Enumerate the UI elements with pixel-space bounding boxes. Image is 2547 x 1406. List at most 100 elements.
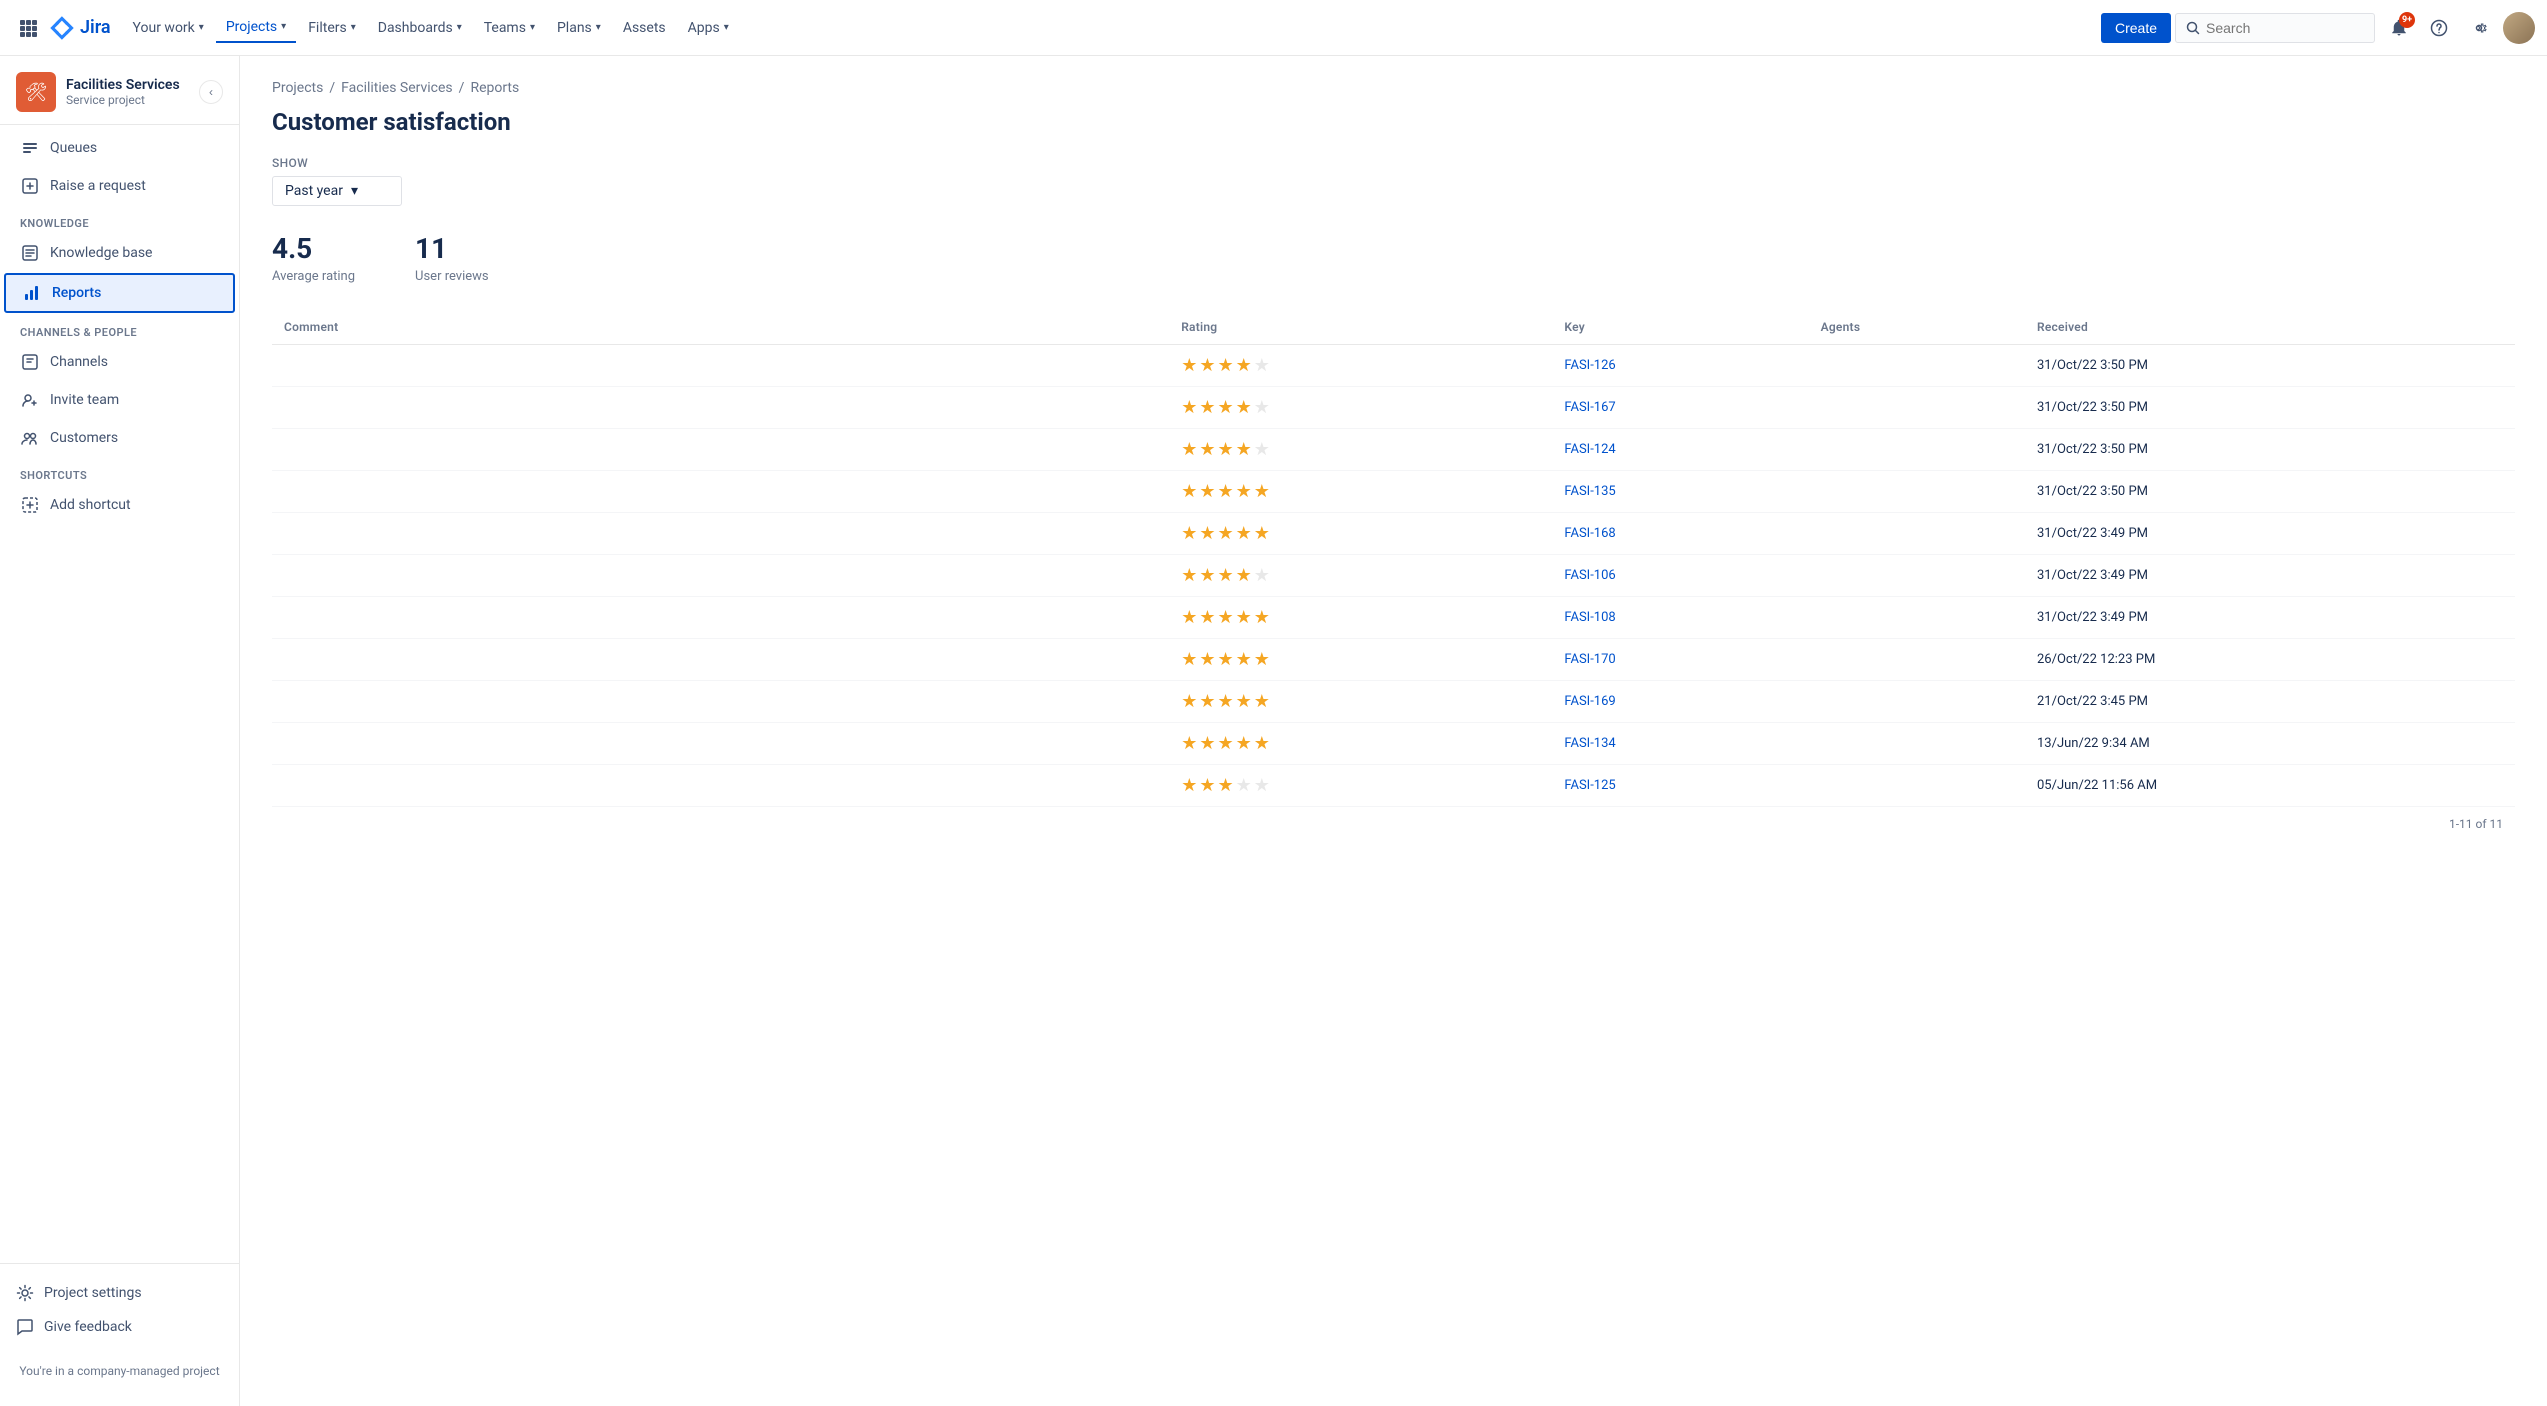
cell-comment — [272, 470, 1169, 512]
sidebar-item-knowledge-base[interactable]: Knowledge base — [4, 235, 235, 271]
cell-key[interactable]: FASI-169 — [1552, 680, 1808, 722]
cell-key[interactable]: FASI-134 — [1552, 722, 1808, 764]
sidebar-item-channels[interactable]: Channels — [4, 344, 235, 380]
filled-star: ★ — [1199, 649, 1215, 670]
empty-star: ★ — [1254, 439, 1270, 460]
cell-key[interactable]: FASI-168 — [1552, 512, 1808, 554]
cell-rating: ★★★★★ — [1169, 596, 1552, 638]
sidebar-item-project-settings[interactable]: Project settings — [16, 1276, 223, 1310]
cell-received: 26/Oct/22 12:23 PM — [2025, 638, 2515, 680]
invite-team-label: Invite team — [50, 392, 119, 408]
cell-received: 31/Oct/22 3:50 PM — [2025, 344, 2515, 386]
sidebar: 🛠 Facilities Services Service project ‹ … — [0, 56, 240, 1406]
sidebar-item-invite-team[interactable]: Invite team — [4, 382, 235, 418]
customers-icon — [20, 428, 40, 448]
filled-star: ★ — [1217, 691, 1233, 712]
topnav-item-dashboards[interactable]: Dashboards▾ — [368, 14, 472, 42]
empty-star: ★ — [1254, 397, 1270, 418]
filled-star: ★ — [1217, 439, 1233, 460]
filled-star: ★ — [1217, 397, 1233, 418]
cell-key[interactable]: FASI-135 — [1552, 470, 1808, 512]
avg-rating-label: Average rating — [272, 269, 355, 284]
chevron-icon: ▾ — [199, 22, 204, 33]
filled-star: ★ — [1254, 481, 1270, 502]
period-value: Past year — [285, 183, 343, 199]
sidebar-item-reports[interactable]: Reports — [4, 273, 235, 313]
topnav-item-assets[interactable]: Assets — [613, 14, 676, 42]
cell-key[interactable]: FASI-126 — [1552, 344, 1808, 386]
cell-key[interactable]: FASI-124 — [1552, 428, 1808, 470]
filled-star: ★ — [1236, 355, 1252, 376]
settings-button[interactable] — [2463, 12, 2495, 44]
sidebar-item-customers[interactable]: Customers — [4, 420, 235, 456]
filled-star: ★ — [1236, 649, 1252, 670]
cell-received: 31/Oct/22 3:49 PM — [2025, 512, 2515, 554]
breadcrumb-facilities[interactable]: Facilities Services — [341, 80, 453, 96]
cell-received: 31/Oct/22 3:50 PM — [2025, 428, 2515, 470]
grid-icon[interactable] — [12, 12, 44, 44]
empty-star: ★ — [1254, 355, 1270, 376]
topnav-right: 9+ — [2175, 12, 2535, 44]
sidebar-item-add-shortcut[interactable]: Add shortcut — [4, 487, 235, 523]
cell-agents — [1809, 386, 2025, 428]
cell-key[interactable]: FASI-167 — [1552, 386, 1808, 428]
sidebar-collapse-button[interactable]: ‹ — [199, 80, 223, 104]
table-row: ★★★★★FASI-16921/Oct/22 3:45 PM — [272, 680, 2515, 722]
help-button[interactable] — [2423, 12, 2455, 44]
filled-star: ★ — [1254, 607, 1270, 628]
table-row: ★★★★★FASI-12431/Oct/22 3:50 PM — [272, 428, 2515, 470]
reviews-table-container: Comment Rating Key Agents Received ★★★★★… — [272, 312, 2515, 841]
star-rating: ★★★★★ — [1181, 775, 1540, 796]
filled-star: ★ — [1217, 355, 1233, 376]
filled-star: ★ — [1199, 733, 1215, 754]
cell-key[interactable]: FASI-106 — [1552, 554, 1808, 596]
filled-star: ★ — [1217, 649, 1233, 670]
search-box[interactable] — [2175, 13, 2375, 43]
chevron-icon: ▾ — [351, 22, 356, 33]
star-rating: ★★★★★ — [1181, 733, 1540, 754]
queues-icon — [20, 138, 40, 158]
raise-request-icon — [20, 176, 40, 196]
cell-comment — [272, 344, 1169, 386]
cell-rating: ★★★★★ — [1169, 386, 1552, 428]
cell-key[interactable]: FASI-170 — [1552, 638, 1808, 680]
col-received: Received — [2025, 312, 2515, 345]
breadcrumb-projects[interactable]: Projects — [272, 80, 323, 96]
topnav-item-apps[interactable]: Apps▾ — [678, 14, 739, 42]
user-avatar[interactable] — [2503, 12, 2535, 44]
raise-request-label: Raise a request — [50, 178, 146, 194]
breadcrumb: Projects / Facilities Services / Reports — [272, 80, 2515, 96]
cell-agents — [1809, 638, 2025, 680]
avg-rating-metric: 4.5 Average rating — [272, 234, 355, 284]
filled-star: ★ — [1181, 775, 1197, 796]
invite-team-icon — [20, 390, 40, 410]
sidebar-item-queues[interactable]: Queues — [4, 130, 235, 166]
topnav-item-teams[interactable]: Teams▾ — [474, 14, 545, 42]
jira-logo[interactable]: Jira — [48, 14, 111, 42]
topnav-item-filters[interactable]: Filters▾ — [298, 14, 366, 42]
filled-star: ★ — [1181, 523, 1197, 544]
cell-key[interactable]: FASI-125 — [1552, 764, 1808, 806]
page-title: Customer satisfaction — [272, 108, 2515, 136]
topnav-item-projects[interactable]: Projects▾ — [216, 13, 296, 43]
cell-key[interactable]: FASI-108 — [1552, 596, 1808, 638]
search-input[interactable] — [2206, 20, 2346, 36]
cell-comment — [272, 554, 1169, 596]
give-feedback-icon — [16, 1318, 34, 1336]
filled-star: ★ — [1236, 397, 1252, 418]
cell-received: 31/Oct/22 3:50 PM — [2025, 470, 2515, 512]
sidebar-item-raise-request[interactable]: Raise a request — [4, 168, 235, 204]
topnav-item-your-work[interactable]: Your work▾ — [123, 14, 214, 42]
period-select[interactable]: Past year ▾ — [272, 176, 402, 206]
topnav-item-plans[interactable]: Plans▾ — [547, 14, 611, 42]
filled-star: ★ — [1199, 523, 1215, 544]
create-button[interactable]: Create — [2101, 13, 2171, 43]
cell-received: 13/Jun/22 9:34 AM — [2025, 722, 2515, 764]
col-agents: Agents — [1809, 312, 2025, 345]
sidebar-item-give-feedback[interactable]: Give feedback — [16, 1310, 223, 1344]
cell-agents — [1809, 470, 2025, 512]
notifications-button[interactable]: 9+ — [2383, 12, 2415, 44]
cell-agents — [1809, 344, 2025, 386]
cell-comment — [272, 680, 1169, 722]
filled-star: ★ — [1254, 733, 1270, 754]
